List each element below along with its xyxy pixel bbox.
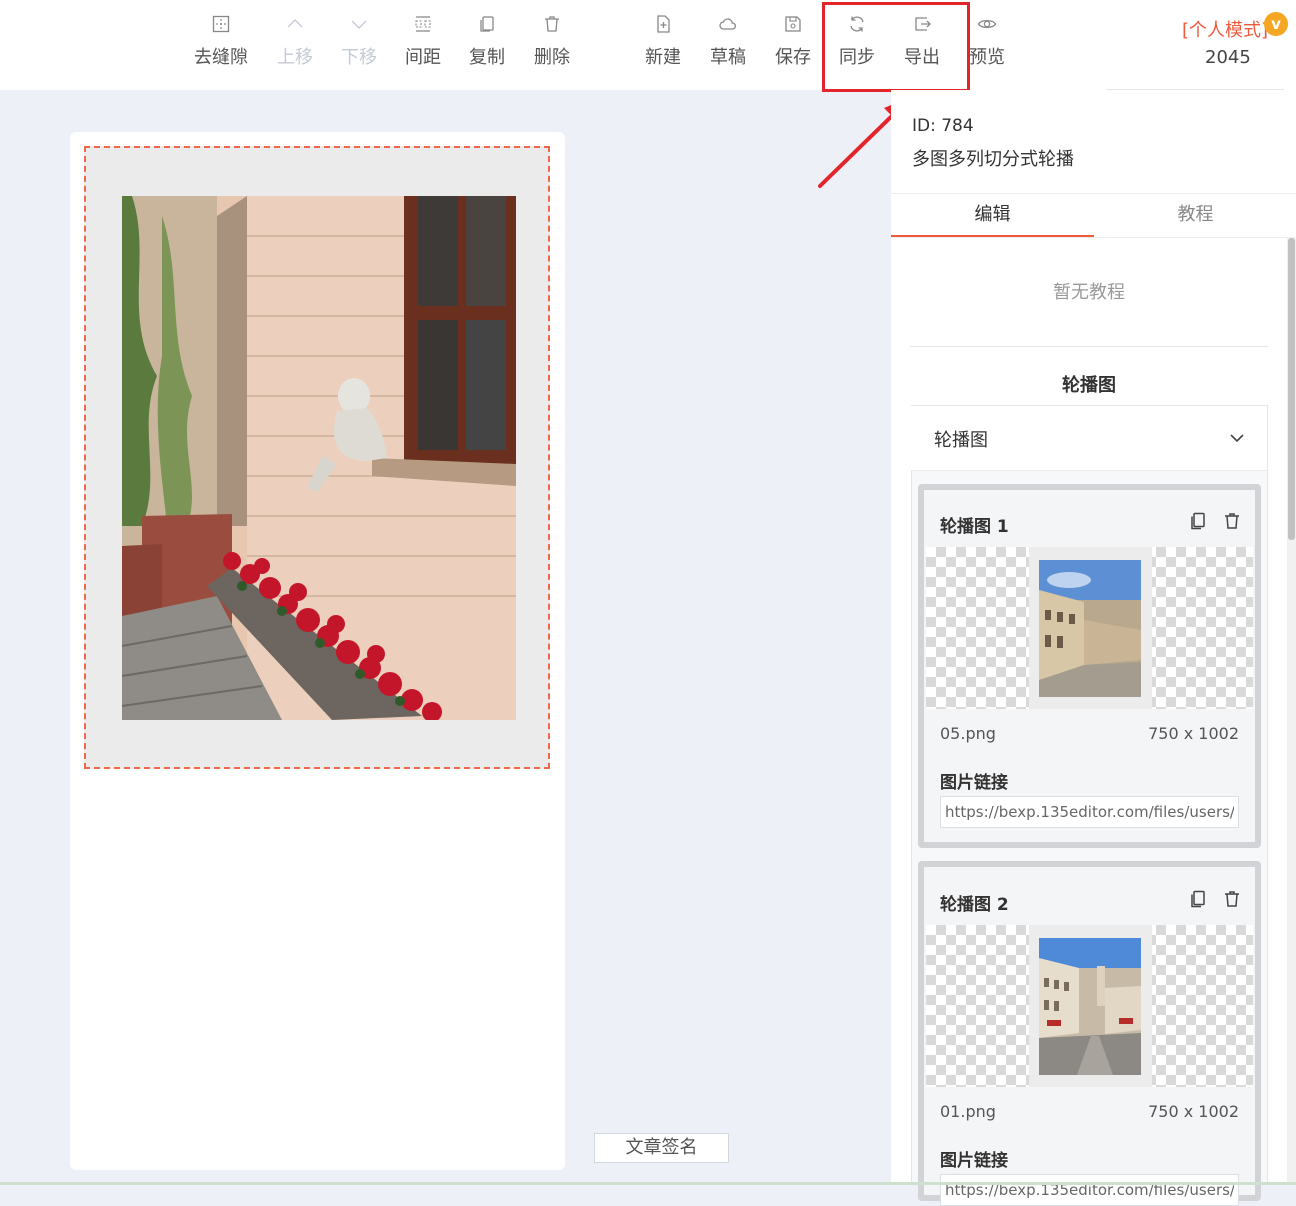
spacing-button[interactable]: 间距: [391, 14, 455, 74]
panel-scrollbar-thumb[interactable]: [1288, 238, 1295, 540]
credit-count: 2045: [1205, 47, 1251, 68]
new-file-icon: [657, 15, 670, 33]
move-up-label: 上移: [277, 47, 313, 68]
carousel-main-image[interactable]: [122, 196, 516, 720]
section-title: 轮播图: [1062, 375, 1116, 396]
image-link-label: 图片链接: [940, 773, 1008, 793]
top-toolbar: 去缝隙 上移 下移 间距 复制 删除 新建 草稿 保存 同步 导出 预览 [个人…: [0, 0, 1296, 90]
tabs-top-divider: [891, 193, 1296, 194]
cloud-icon: [719, 18, 736, 30]
sync-button[interactable]: 同步: [825, 14, 889, 74]
draft-button[interactable]: 草稿: [696, 14, 760, 74]
carousel-thumbnail-area[interactable]: [926, 925, 1253, 1087]
save-label: 保存: [775, 47, 811, 68]
save-button[interactable]: 保存: [761, 14, 825, 74]
move-down-button[interactable]: 下移: [327, 14, 391, 74]
sync-icon: [850, 16, 864, 32]
copy-label: 复制: [469, 47, 505, 68]
tab-edit[interactable]: 编辑: [891, 195, 1094, 237]
move-up-button[interactable]: 上移: [263, 14, 327, 74]
personal-mode-link[interactable]: [个人模式]: [1182, 16, 1268, 42]
empty-tutorial-text: 暂无教程: [1053, 282, 1125, 303]
draft-label: 草稿: [710, 47, 746, 68]
copy-icon: [480, 16, 494, 32]
gap-icon: [212, 15, 230, 33]
section-divider: [910, 346, 1268, 347]
street-photo-icon: [1039, 560, 1141, 697]
template-name: 多图多列切分式轮播: [912, 149, 1074, 170]
chevron-up-icon: [287, 19, 303, 28]
preview-label: 预览: [969, 47, 1005, 68]
vip-badge-icon: v: [1264, 12, 1288, 36]
spacing-icon: [415, 16, 431, 32]
remove-gap-label: 去缝隙: [194, 47, 248, 68]
eye-icon: [977, 19, 997, 29]
chevron-down-icon[interactable]: [1228, 429, 1246, 447]
file-name: 05.png: [940, 724, 996, 743]
trash-icon: [545, 16, 559, 32]
thumbnail-frame: [1029, 547, 1152, 709]
new-label: 新建: [645, 47, 681, 68]
carousel-item-1: 轮播图 1 05.png 750 x 1002 图片链接: [918, 484, 1261, 848]
save-icon: [785, 16, 801, 32]
template-id: ID: 784: [912, 116, 974, 136]
thumbnail-image: [1039, 938, 1141, 1075]
image-link-input[interactable]: [940, 796, 1239, 828]
collapse-label: 轮播图: [934, 430, 988, 451]
courtyard-photo-icon: [122, 196, 516, 720]
preview-button[interactable]: 预览: [955, 14, 1019, 74]
thumbnail-frame: [1029, 925, 1152, 1087]
delete-label: 删除: [534, 47, 570, 68]
export-label: 导出: [904, 47, 940, 68]
article-signature-button[interactable]: 文章签名: [594, 1133, 729, 1163]
file-name: 01.png: [940, 1102, 996, 1121]
street-photo-icon: [1039, 938, 1141, 1075]
file-size: 750 x 1002: [1148, 1102, 1239, 1121]
new-button[interactable]: 新建: [631, 14, 695, 74]
sync-label: 同步: [839, 47, 875, 68]
delete-button[interactable]: 删除: [520, 14, 584, 74]
export-icon: [915, 17, 931, 31]
copy-icon[interactable]: [1188, 889, 1208, 909]
carousel-thumbnail-area[interactable]: [926, 547, 1253, 709]
panel-top-divider: [1106, 89, 1284, 90]
chevron-down-icon: [351, 20, 367, 29]
trash-icon[interactable]: [1222, 511, 1242, 531]
copy-button[interactable]: 复制: [455, 14, 519, 74]
move-down-label: 下移: [341, 47, 377, 68]
image-link-label: 图片链接: [940, 1151, 1008, 1171]
image-link-input[interactable]: [940, 1174, 1239, 1206]
trash-icon[interactable]: [1222, 889, 1242, 909]
copy-icon[interactable]: [1188, 511, 1208, 531]
carousel-item-title: 轮播图 1: [940, 517, 1009, 537]
export-button[interactable]: 导出: [890, 14, 954, 74]
remove-gap-button[interactable]: 去缝隙: [189, 14, 253, 74]
thumbnail-image: [1039, 560, 1141, 697]
tab-tutorial[interactable]: 教程: [1094, 195, 1296, 237]
file-size: 750 x 1002: [1148, 724, 1239, 743]
carousel-item-2: 轮播图 2 01.png 750 x 1002 图片链接: [918, 861, 1261, 1206]
carousel-item-title: 轮播图 2: [940, 895, 1009, 915]
tabs-bottom-divider: [891, 237, 1296, 238]
spacing-label: 间距: [405, 47, 441, 68]
